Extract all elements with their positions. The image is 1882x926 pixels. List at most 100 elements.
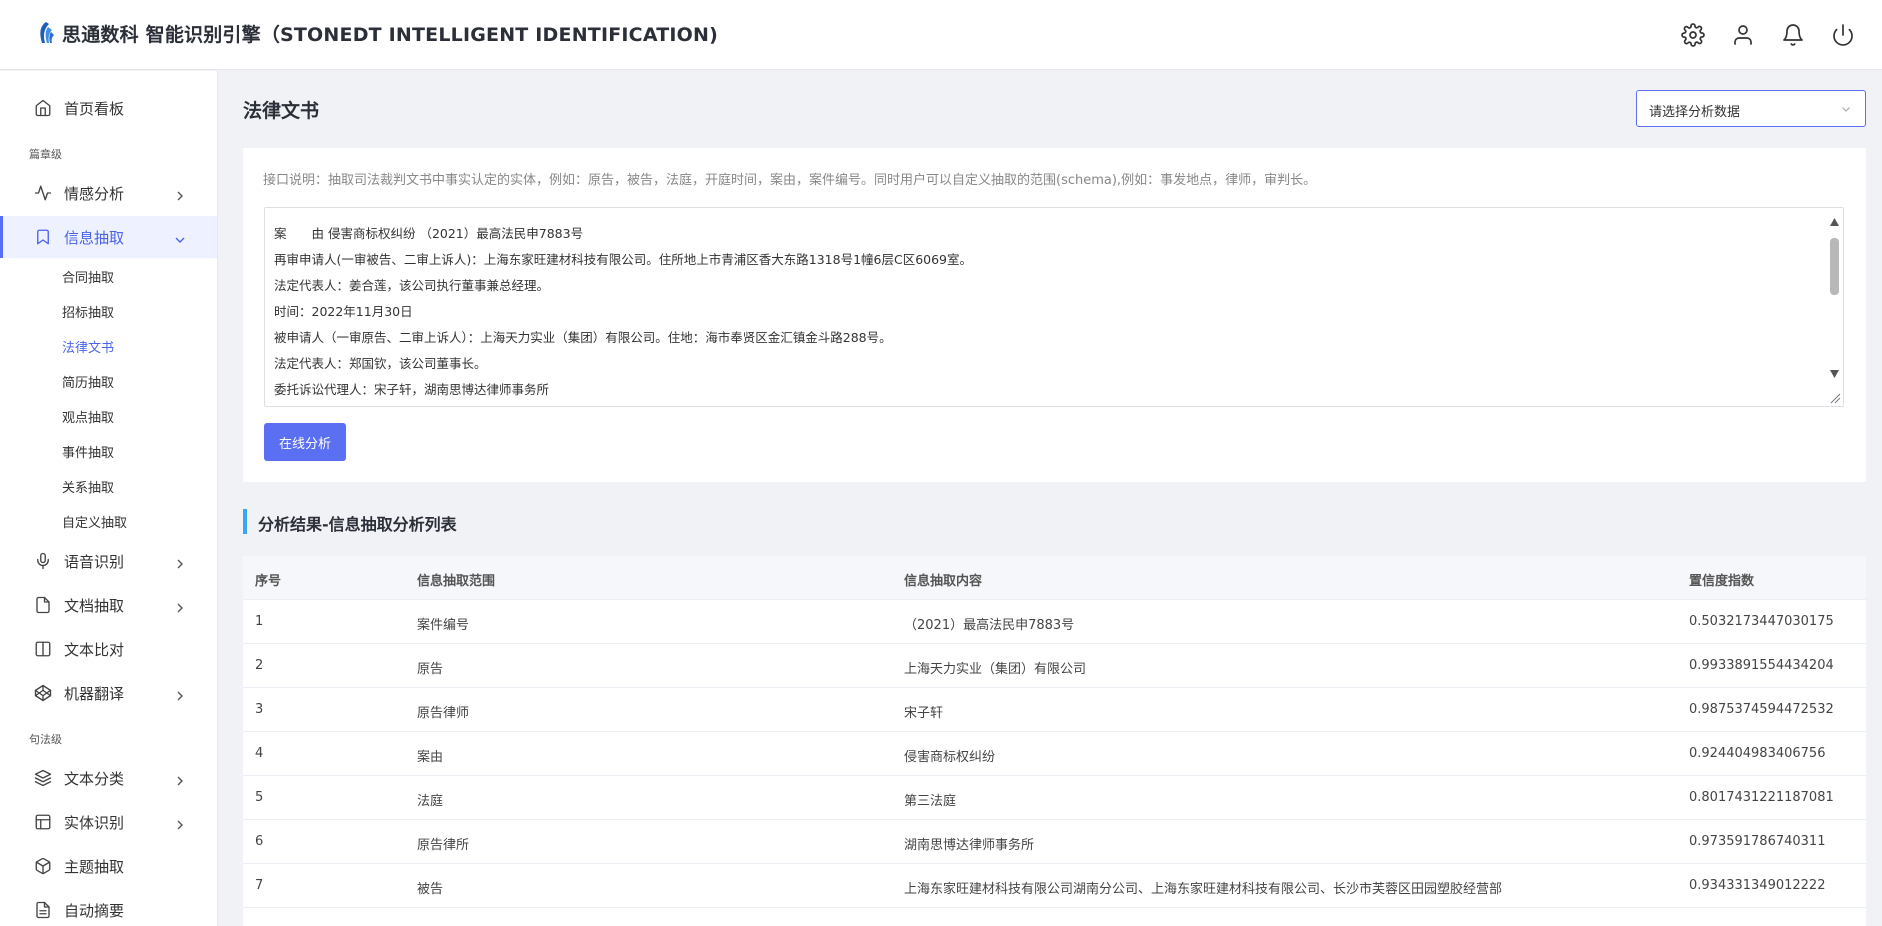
- sidebar-item-speech[interactable]: 语音识别: [0, 540, 217, 582]
- pulse-icon: [34, 184, 52, 202]
- cell-index: 3: [255, 702, 264, 717]
- table-row: 7 被告 上海东家旺建材科技有限公司湖南分公司、上海东家旺建材科技有限公司、长沙…: [243, 864, 1866, 908]
- text-line: 时间：2022年11月30日: [274, 304, 413, 319]
- sidebar-item-label: 首页看板: [64, 99, 125, 118]
- cell-index: 6: [255, 834, 264, 849]
- cell-confidence: 0.973591786740311: [1689, 834, 1826, 849]
- cell-content: 湖南思博达律师事务所: [904, 838, 1035, 853]
- box-icon: [34, 857, 52, 875]
- sidebar-item-translation[interactable]: 机器翻译: [0, 672, 217, 714]
- sidebar-item-topic-extraction[interactable]: 主题抽取: [0, 845, 217, 887]
- sidebar-item-label: 信息抽取: [64, 228, 125, 247]
- sidebar-item-home[interactable]: 首页看板: [0, 87, 217, 129]
- table-row: 2 原告 上海天力实业（集团）有限公司 0.9933891554434204: [243, 644, 1866, 688]
- cell-content: 侵害商标权纠纷: [904, 750, 996, 765]
- table-row: 5 法庭 第三法庭 0.8017431221187081: [243, 776, 1866, 820]
- text-line: 法定代表人：姜合莲，该公司执行董事兼总经理。: [274, 278, 550, 293]
- document-icon: [34, 901, 52, 919]
- cell-scope: 法庭: [417, 794, 444, 809]
- cell-confidence: 0.9933891554434204: [1689, 658, 1834, 673]
- chevron-right-icon: [174, 687, 186, 701]
- sidebar-item-label: 自动摘要: [64, 901, 125, 920]
- column-header-scope: 信息抽取范围: [417, 574, 496, 589]
- cell-index: 1: [255, 614, 264, 629]
- scrollbar-thumb[interactable]: [1830, 238, 1839, 295]
- chevron-right-icon: [174, 772, 186, 786]
- table-header-row: 序号 信息抽取范围 信息抽取内容 置信度指数: [243, 556, 1866, 600]
- cell-scope: 原告: [417, 662, 444, 677]
- sub-item-relation[interactable]: 关系抽取: [62, 477, 114, 496]
- chevron-down-icon: [1842, 107, 1850, 112]
- section-title: 分析结果-信息抽取分析列表: [258, 515, 457, 534]
- nav-group-sentence: 句法级: [29, 733, 62, 746]
- sidebar-item-label: 实体识别: [64, 813, 125, 832]
- sidebar-item-text-compare[interactable]: 文本比对: [0, 628, 217, 670]
- sidebar-item-document[interactable]: 文档抽取: [0, 584, 217, 626]
- layout-icon: [34, 813, 52, 831]
- scroll-up-icon[interactable]: [1829, 217, 1840, 227]
- text-line: 案 由 侵害商标权纠纷 （2021）最高法民申7883号: [274, 226, 584, 241]
- home-icon: [34, 99, 52, 117]
- logo-icon: [40, 22, 54, 43]
- text-line: 法定代表人：郑国钦，该公司董事长。: [274, 356, 487, 371]
- chevron-down-icon: [174, 231, 186, 243]
- power-icon[interactable]: [1831, 23, 1855, 47]
- cell-confidence: 0.934331349012222: [1689, 878, 1826, 893]
- column-header-content: 信息抽取内容: [904, 574, 983, 589]
- cell-scope: 原告律所: [417, 838, 470, 853]
- sidebar-item-text-classification[interactable]: 文本分类: [0, 757, 217, 799]
- cell-confidence: 0.5032173447030175: [1689, 614, 1834, 629]
- sub-item-bidding[interactable]: 招标抽取: [62, 302, 114, 321]
- table-row: 6 原告律所 湖南思博达律师事务所 0.973591786740311: [243, 820, 1866, 864]
- chevron-right-icon: [174, 599, 186, 613]
- microphone-icon: [34, 552, 52, 570]
- page-title: 法律文书: [243, 100, 320, 122]
- cell-confidence: 0.924404983406756: [1689, 746, 1826, 761]
- scroll-down-icon[interactable]: [1829, 369, 1840, 379]
- user-icon[interactable]: [1731, 23, 1755, 47]
- columns-icon: [34, 640, 52, 658]
- analysis-data-select[interactable]: 请选择分析数据: [1636, 90, 1866, 127]
- api-description: 接口说明：抽取司法裁判文书中事实认定的实体，例如：原告，被告，法庭，开庭时间，案…: [263, 173, 1317, 188]
- text-line: 被申请人（一审原告、二审上诉人）：上海天力实业（集团）有限公司。住地：海市奉贤区…: [274, 330, 892, 345]
- online-analysis-button[interactable]: 在线分析: [264, 423, 346, 461]
- results-table: 序号 信息抽取范围 信息抽取内容 置信度指数 1 案件编号 （2021）最高法民…: [243, 556, 1866, 926]
- settings-icon[interactable]: [1681, 23, 1705, 47]
- sidebar-item-label: 主题抽取: [64, 857, 125, 876]
- resize-handle-icon[interactable]: [1829, 392, 1841, 404]
- sub-item-custom[interactable]: 自定义抽取: [62, 512, 127, 531]
- textarea-scrollbar[interactable]: [1826, 208, 1843, 406]
- chevron-right-icon: [174, 555, 186, 569]
- sub-item-event[interactable]: 事件抽取: [62, 442, 114, 461]
- sub-item-opinion[interactable]: 观点抽取: [62, 407, 114, 426]
- sidebar-item-info-extraction[interactable]: 信息抽取: [0, 216, 217, 258]
- cell-confidence: 0.9875374594472532: [1689, 702, 1834, 717]
- sub-item-legal-document[interactable]: 法律文书: [62, 337, 114, 356]
- sidebar-item-label: 文本分类: [64, 769, 125, 788]
- sidebar-item-label: 语音识别: [64, 552, 125, 571]
- cell-content: （2021）最高法民申7883号: [904, 618, 1075, 633]
- cell-content: 第三法庭: [904, 794, 957, 809]
- cell-index: 7: [255, 878, 264, 893]
- top-header: 思通数科 智能识别引擎（STONEDT INTELLIGENT IDENTIFI…: [0, 0, 1882, 70]
- sidebar-item-label: 情感分析: [64, 184, 125, 203]
- bell-icon[interactable]: [1781, 23, 1805, 47]
- chevron-right-icon: [174, 187, 186, 201]
- cell-index: 2: [255, 658, 264, 673]
- cell-content: 宋子轩: [904, 706, 944, 721]
- sidebar-item-sentiment[interactable]: 情感分析: [0, 172, 217, 214]
- bookmark-icon: [34, 228, 52, 246]
- input-textarea[interactable]: 案 由 侵害商标权纠纷 （2021）最高法民申7883号 再审申请人(一审被告、…: [264, 207, 1844, 407]
- sidebar-item-auto-summary[interactable]: 自动摘要: [0, 889, 217, 926]
- sub-item-contract[interactable]: 合同抽取: [62, 267, 114, 286]
- text-line: 再审申请人(一审被告、二审上诉人)：上海东家旺建材科技有限公司。住所地上市青浦区…: [274, 252, 973, 267]
- sidebar-item-label: 文本比对: [64, 640, 125, 659]
- sidebar-item-entity-recognition[interactable]: 实体识别: [0, 801, 217, 843]
- cell-index: 4: [255, 746, 264, 761]
- cell-confidence: 0.8017431221187081: [1689, 790, 1834, 805]
- sub-item-resume[interactable]: 简历抽取: [62, 372, 114, 391]
- cell-scope: 原告律师: [417, 706, 470, 721]
- nav-group-chapter: 篇章级: [29, 148, 62, 161]
- input-panel: 接口说明：抽取司法裁判文书中事实认定的实体，例如：原告，被告，法庭，开庭时间，案…: [243, 148, 1866, 482]
- cell-content: 上海天力实业（集团）有限公司: [904, 662, 1087, 677]
